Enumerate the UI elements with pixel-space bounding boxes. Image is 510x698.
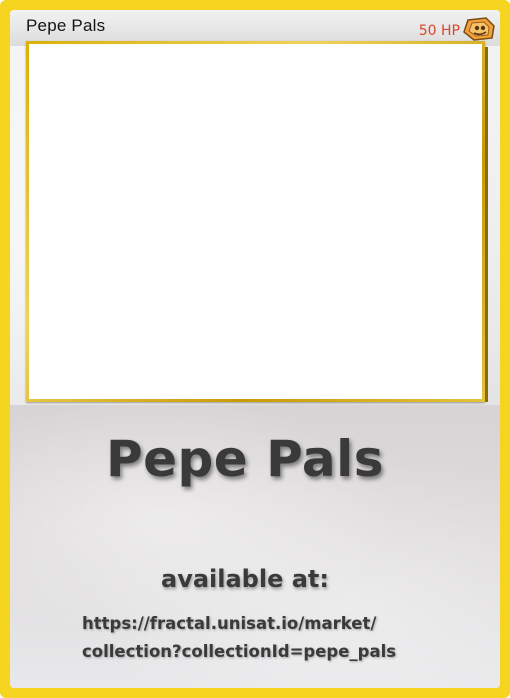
hp-label: 50 HP bbox=[418, 23, 460, 39]
artwork-area bbox=[29, 44, 482, 399]
energy-type-icon bbox=[463, 17, 495, 41]
trading-card: Pepe Pals 50 HP Pepe Pals available at: … bbox=[0, 0, 510, 698]
collection-title: Pepe Pals bbox=[105, 430, 385, 488]
card-name: Pepe Pals bbox=[26, 16, 106, 35]
collection-url-line-1: https://fractal.unisat.io/market/ bbox=[82, 614, 377, 633]
collection-url: https://fractal.unisat.io/market/ collec… bbox=[82, 610, 482, 666]
available-at-label: available at: bbox=[161, 565, 329, 593]
collection-url-line-2: collection?collectionId=pepe_pals bbox=[82, 642, 397, 661]
artwork-frame bbox=[26, 41, 488, 402]
